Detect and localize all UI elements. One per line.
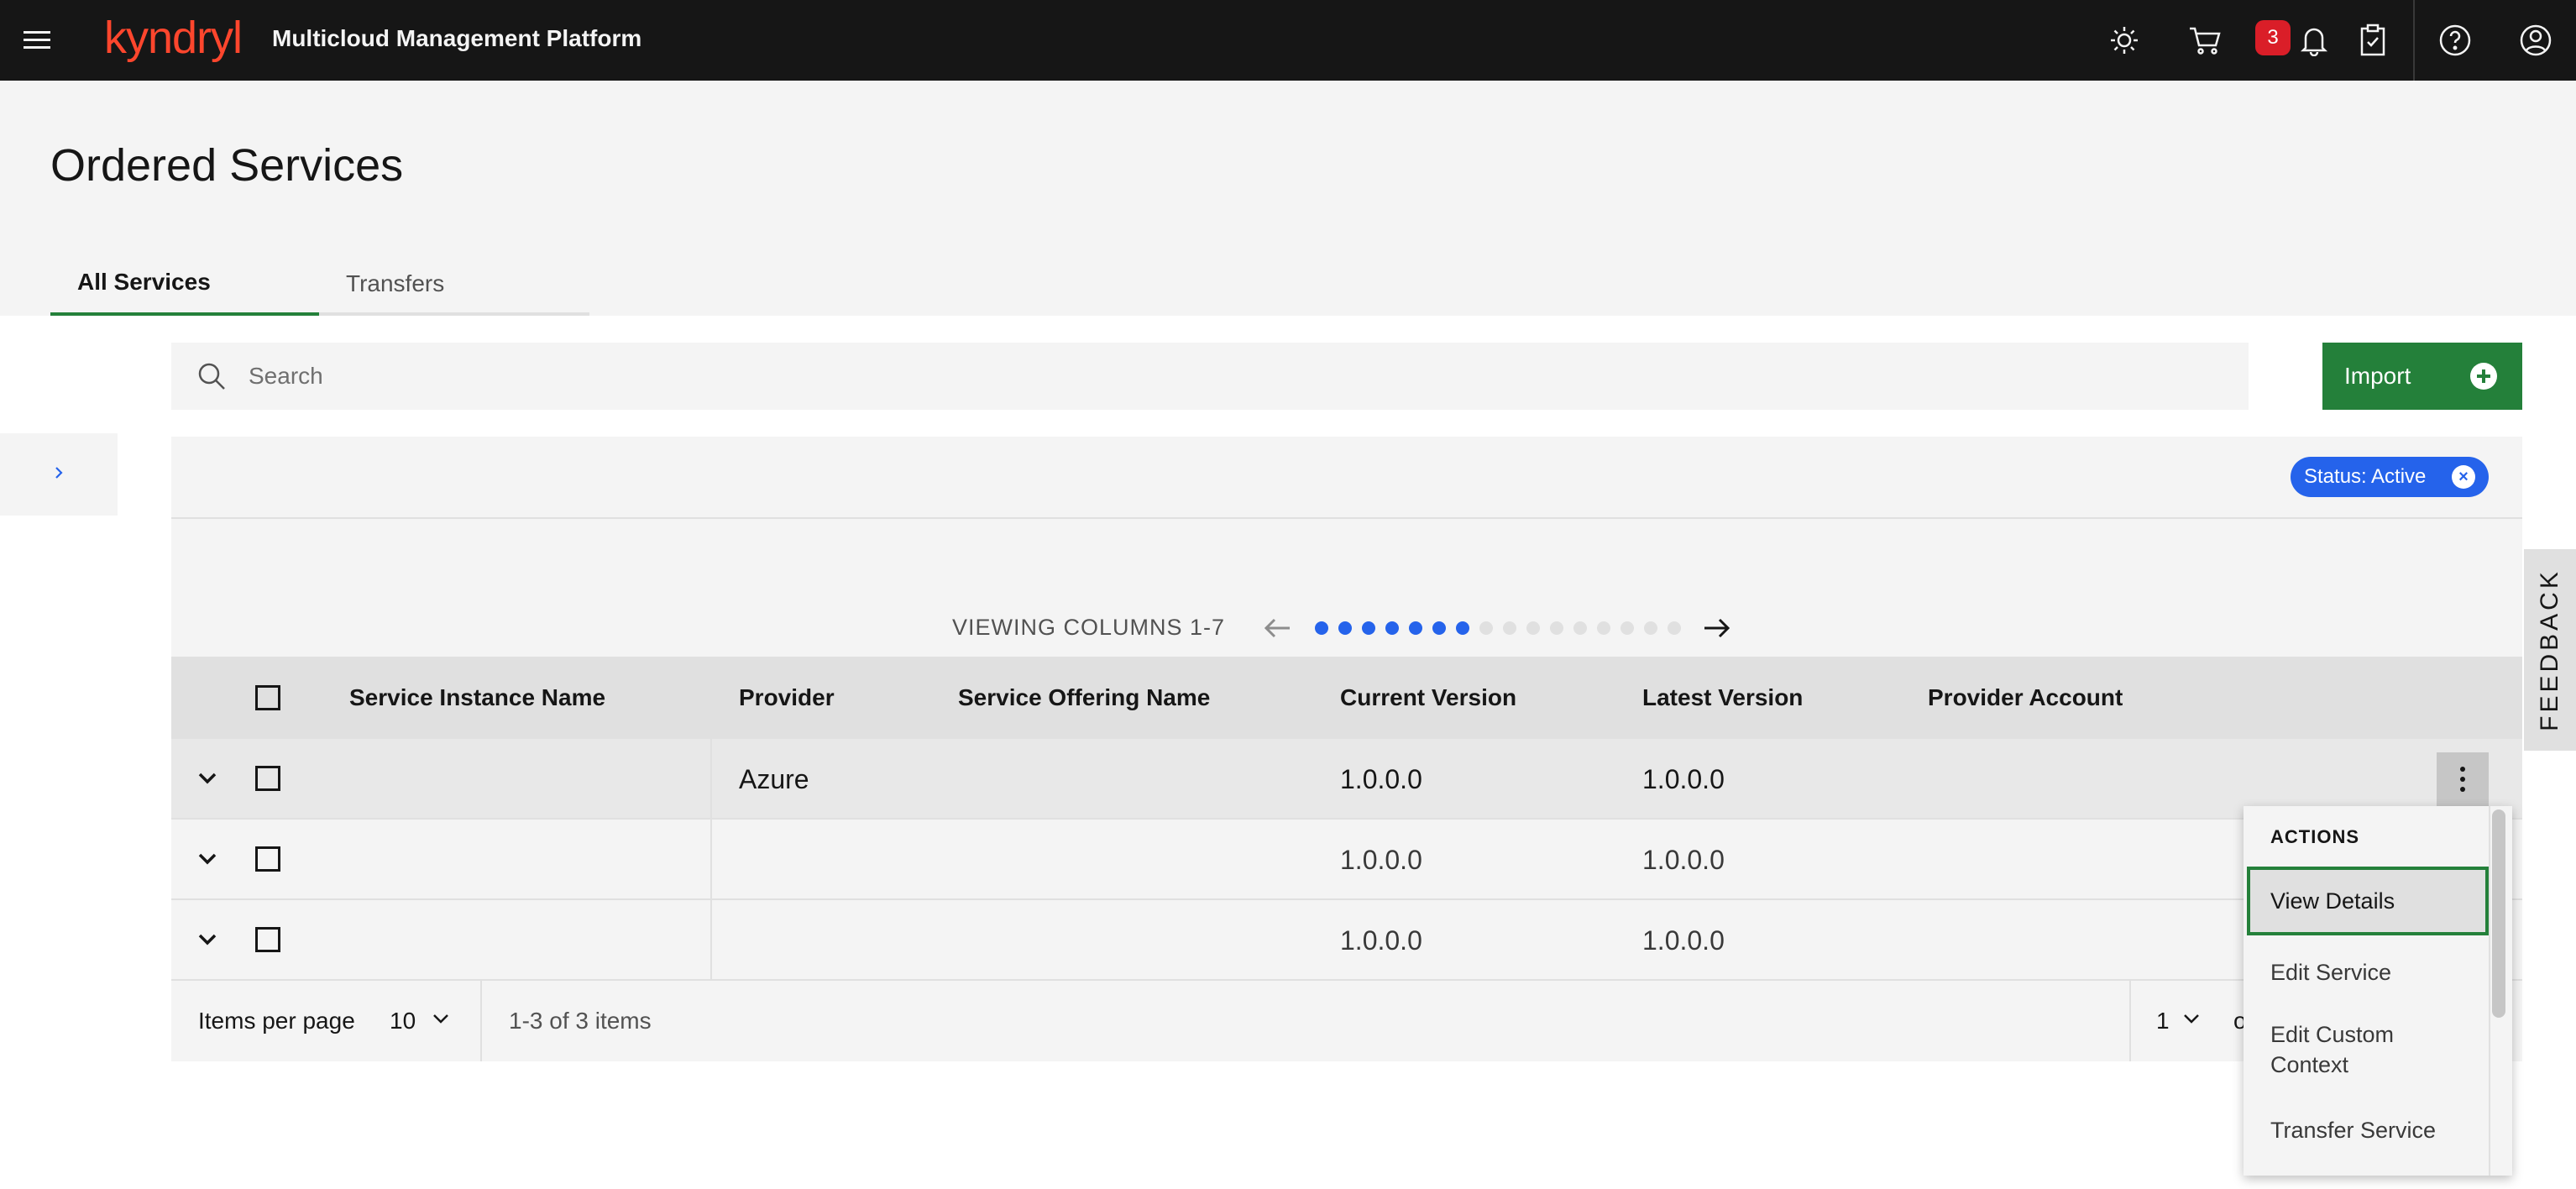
- column-page-dot[interactable]: [1526, 621, 1540, 635]
- table-row: Azure 1.0.0.0 1.0.0.0: [171, 739, 2522, 820]
- help-icon[interactable]: [2433, 18, 2477, 62]
- row-checkbox[interactable]: [255, 927, 280, 952]
- brand-logo[interactable]: kyndryl: [104, 12, 243, 64]
- cell-provider: Azure: [739, 763, 809, 794]
- column-page-dot[interactable]: [1362, 621, 1375, 635]
- column-header[interactable]: Latest Version: [1642, 657, 1803, 739]
- cart-icon[interactable]: [2183, 18, 2227, 62]
- chevron-down-icon: [2181, 1008, 2202, 1034]
- search-input[interactable]: [249, 343, 2230, 410]
- overflow-dot: [2460, 777, 2465, 782]
- chevron-right-icon: [50, 463, 67, 487]
- actions-menu-title: ACTIONS: [2270, 826, 2359, 847]
- cell-latest-version: 1.0.0.0: [1642, 924, 1725, 956]
- table-toolbar-area: [171, 519, 2522, 657]
- user-profile-icon[interactable]: [2514, 18, 2558, 62]
- cell-current-version: 1.0.0.0: [1340, 844, 1422, 875]
- actions-menu: ACTIONS View Details Edit Service Edit C…: [2244, 806, 2512, 1176]
- row-checkbox[interactable]: [255, 846, 280, 872]
- items-per-page-value: 10: [390, 1008, 416, 1034]
- column-page-dot[interactable]: [1338, 621, 1352, 635]
- pagination-range-text: 1-3 of 3 items: [509, 1008, 652, 1034]
- cell-current-version: 1.0.0.0: [1340, 763, 1422, 794]
- column-page-dot[interactable]: [1315, 621, 1328, 635]
- column-header[interactable]: Provider: [739, 657, 835, 739]
- column-divider: [710, 657, 712, 981]
- overflow-dot: [2460, 787, 2465, 792]
- search-bar: [171, 343, 2249, 410]
- column-page-dot[interactable]: [1644, 621, 1657, 635]
- notification-bell-icon[interactable]: [2292, 18, 2336, 62]
- import-button-label: Import: [2344, 363, 2411, 389]
- import-button[interactable]: Import: [2322, 343, 2522, 410]
- cell-latest-version: 1.0.0.0: [1642, 844, 1725, 875]
- menu-scrollbar-thumb[interactable]: [2492, 809, 2505, 1018]
- cell-current-version: 1.0.0.0: [1340, 924, 1422, 956]
- header-divider: [2413, 0, 2415, 81]
- chevron-down-icon[interactable]: [195, 766, 220, 795]
- chevron-down-icon: [431, 1008, 451, 1034]
- arrow-right-icon[interactable]: [1699, 611, 1733, 649]
- menu-icon[interactable]: [18, 22, 55, 59]
- row-checkbox[interactable]: [255, 766, 280, 791]
- row-overflow-menu-button[interactable]: [2437, 752, 2489, 806]
- top-header: kyndryl Multicloud Management Platform 3: [0, 0, 2576, 81]
- pagination-divider: [2129, 981, 2131, 1061]
- close-icon[interactable]: ×: [2452, 465, 2475, 489]
- column-page-dot[interactable]: [1620, 621, 1634, 635]
- overflow-dot: [2460, 767, 2465, 772]
- menu-item-view-details[interactable]: View Details: [2247, 867, 2489, 935]
- clipboard-icon[interactable]: [2351, 18, 2395, 62]
- filter-tag-label: Status: Active: [2304, 465, 2427, 488]
- side-panel-expand-button[interactable]: [0, 433, 118, 516]
- pagination-divider: [480, 981, 482, 1061]
- pagination-bar: Items per page 10 1-3 of 3 items 1 o: [171, 981, 2522, 1061]
- select-all-checkbox[interactable]: [255, 685, 280, 710]
- items-per-page-select[interactable]: 10: [390, 981, 451, 1061]
- viewing-columns-label: VIEWING COLUMNS 1-7: [952, 615, 1226, 640]
- column-page-dot[interactable]: [1479, 621, 1493, 635]
- column-page-dot[interactable]: [1550, 621, 1563, 635]
- column-page-dot[interactable]: [1573, 621, 1587, 635]
- column-header[interactable]: Current Version: [1340, 657, 1516, 739]
- column-page-dot[interactable]: [1409, 621, 1422, 635]
- chevron-down-icon[interactable]: [195, 846, 220, 876]
- column-page-dot[interactable]: [1503, 621, 1516, 635]
- page-title: Ordered Services: [50, 140, 404, 191]
- tab-all-services[interactable]: All Services: [50, 252, 319, 316]
- theme-toggle-icon[interactable]: [2102, 18, 2146, 62]
- menu-item-edit-service[interactable]: Edit Service: [2244, 940, 2489, 1004]
- page-select-value: 1: [2156, 1008, 2170, 1034]
- tab-list: All Services Transfers: [50, 252, 589, 316]
- column-page-dot[interactable]: [1668, 621, 1681, 635]
- column-header[interactable]: Service Instance Name: [349, 657, 605, 739]
- cell-latest-version: 1.0.0.0: [1642, 763, 1725, 794]
- column-page-dot[interactable]: [1432, 621, 1446, 635]
- tab-transfers[interactable]: Transfers: [319, 252, 589, 316]
- menu-item-edit-custom-context[interactable]: Edit Custom Context: [2244, 1008, 2489, 1092]
- chevron-down-icon[interactable]: [195, 927, 220, 956]
- search-icon: [195, 359, 228, 397]
- items-per-page-label: Items per page: [198, 1008, 355, 1034]
- feedback-tab[interactable]: FEEDBACK: [2524, 549, 2576, 751]
- column-header[interactable]: Service Offering Name: [958, 657, 1210, 739]
- column-page-dot[interactable]: [1456, 621, 1469, 635]
- table-row: 1.0.0.0 1.0.0.0: [171, 820, 2522, 900]
- table-header: Service Instance Name Provider Service O…: [171, 657, 2522, 739]
- product-name: Multicloud Management Platform: [272, 25, 642, 51]
- page-select[interactable]: 1: [2156, 981, 2202, 1061]
- column-header[interactable]: Provider Account: [1928, 657, 2123, 739]
- filter-bar: [171, 437, 2522, 519]
- feedback-label: FEEDBACK: [2536, 568, 2563, 731]
- menu-item-transfer-service[interactable]: Transfer Service: [2244, 1098, 2489, 1162]
- column-page-dot[interactable]: [1385, 621, 1399, 635]
- add-circle-icon: [2470, 363, 2497, 390]
- column-page-dot[interactable]: [1597, 621, 1610, 635]
- arrow-left-icon[interactable]: [1261, 611, 1295, 649]
- notification-count-badge: 3: [2255, 20, 2291, 55]
- table-row: 1.0.0.0 1.0.0.0: [171, 900, 2522, 981]
- status-filter-tag: Status: Active ×: [2291, 457, 2489, 497]
